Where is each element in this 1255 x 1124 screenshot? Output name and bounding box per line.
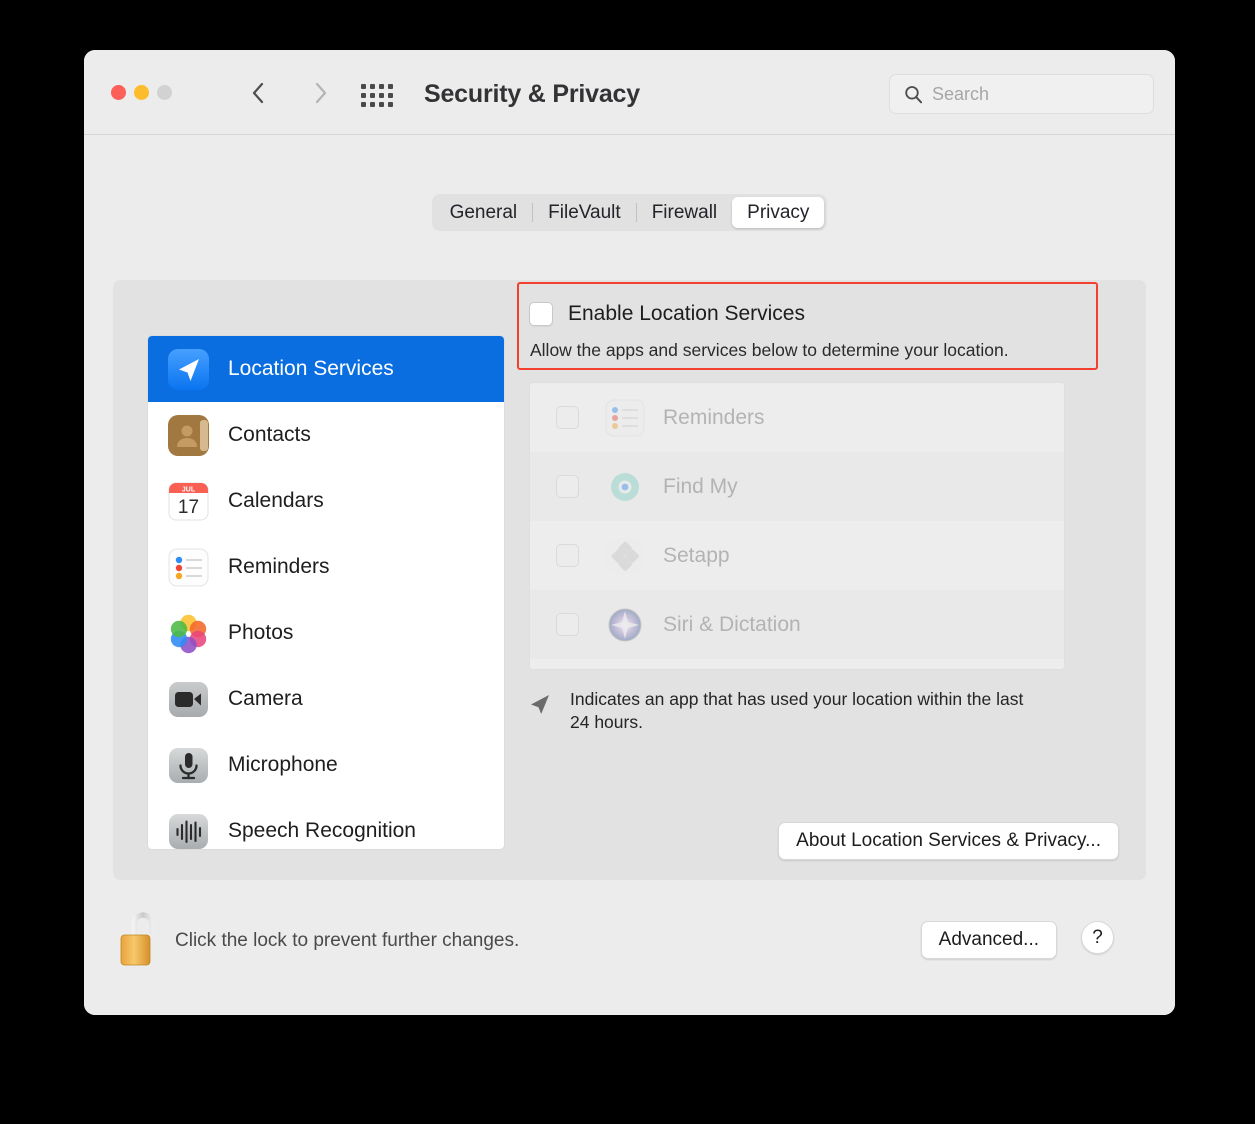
app-name-label: Reminders	[663, 405, 765, 429]
sidebar-item-contacts[interactable]: Contacts	[148, 402, 504, 468]
location-arrow-icon	[167, 348, 210, 391]
close-window-button[interactable]	[111, 85, 126, 100]
sidebar-item-label: Calendars	[228, 489, 324, 512]
app-name-label: Find My	[663, 474, 738, 498]
photos-icon	[167, 612, 210, 655]
tab-filevault[interactable]: FileVault	[533, 197, 636, 228]
sidebar-item-speech-recognition[interactable]: Speech Recognition	[148, 798, 504, 850]
sidebar-item-label: Location Services	[228, 357, 394, 380]
location-app-list[interactable]: Reminders Find My Setapp Siri & Dictatio…	[529, 382, 1065, 670]
sidebar-item-camera[interactable]: Camera	[148, 666, 504, 732]
sidebar-item-microphone[interactable]: Microphone	[148, 732, 504, 798]
location-usage-note: Indicates an app that has used your loca…	[529, 688, 1039, 734]
sidebar-item-label: Contacts	[228, 423, 311, 446]
tab-privacy[interactable]: Privacy	[732, 197, 825, 228]
help-button[interactable]: ?	[1081, 921, 1114, 954]
microphone-icon	[167, 744, 210, 787]
sidebar-item-location-services[interactable]: Location Services	[148, 336, 504, 402]
privacy-panel: Location Services Contacts JUL 17 Calend…	[113, 280, 1146, 880]
page-title: Security & Privacy	[424, 80, 640, 108]
calendar-day-label: 17	[178, 497, 199, 518]
show-all-grid-icon[interactable]	[361, 84, 393, 107]
location-usage-note-text: Indicates an app that has used your loca…	[570, 689, 1024, 732]
setapp-icon	[604, 535, 646, 577]
back-button[interactable]	[244, 79, 272, 107]
enable-location-services-checkbox[interactable]	[529, 302, 553, 326]
list-item[interactable]: Setapp	[530, 521, 1064, 590]
reminders-icon	[167, 546, 210, 589]
advanced-button[interactable]: Advanced...	[920, 921, 1057, 959]
waveform-icon	[167, 810, 210, 850]
unlocked-padlock-icon[interactable]	[118, 910, 164, 968]
location-arrow-indicator-icon	[531, 695, 549, 714]
window-titlebar: Security & Privacy	[84, 50, 1175, 135]
enable-location-services-description: Allow the apps and services below to det…	[530, 340, 1009, 360]
sidebar-item-label: Camera	[228, 687, 303, 710]
system-preferences-window: Security & Privacy General FileVault Fir…	[84, 50, 1175, 1015]
list-item[interactable]: Siri & Dictation	[530, 590, 1064, 659]
tab-bar: General FileVault Firewall Privacy	[84, 194, 1175, 231]
camera-icon	[167, 678, 210, 721]
sidebar-item-label: Photos	[228, 621, 294, 644]
sidebar-item-label: Reminders	[228, 555, 330, 578]
minimize-window-button[interactable]	[134, 85, 149, 100]
calendar-icon: JUL 17	[167, 480, 210, 523]
tab-firewall[interactable]: Firewall	[637, 197, 732, 228]
app-name-label: Setapp	[663, 543, 730, 567]
window-footer: Click the lock to prevent further change…	[84, 890, 1175, 1015]
search-field[interactable]	[889, 74, 1154, 114]
sidebar-item-reminders[interactable]: Reminders	[148, 534, 504, 600]
list-item[interactable]: Reminders	[530, 383, 1064, 452]
contacts-icon	[167, 414, 210, 457]
enable-location-services-row[interactable]: Enable Location Services	[529, 302, 805, 326]
app-checkbox[interactable]	[556, 406, 579, 429]
app-checkbox[interactable]	[556, 613, 579, 636]
sidebar-item-label: Microphone	[228, 753, 338, 776]
tab-general[interactable]: General	[435, 197, 533, 228]
app-name-label: Siri & Dictation	[663, 612, 801, 636]
zoom-window-button[interactable]	[157, 85, 172, 100]
about-location-services-privacy-button[interactable]: About Location Services & Privacy...	[778, 822, 1119, 860]
reminders-icon	[604, 397, 646, 439]
sidebar-item-label: Speech Recognition	[228, 819, 416, 842]
calendar-month-label: JUL	[182, 486, 196, 493]
lock-status-text: Click the lock to prevent further change…	[175, 930, 520, 951]
list-item[interactable]: Find My	[530, 452, 1064, 521]
sidebar-item-photos[interactable]: Photos	[148, 600, 504, 666]
list-item-partial[interactable]	[530, 659, 1064, 669]
siri-icon	[604, 604, 646, 646]
search-input[interactable]	[932, 83, 1122, 105]
enable-location-services-label: Enable Location Services	[568, 302, 805, 325]
forward-button[interactable]	[306, 79, 334, 107]
sidebar-item-calendars[interactable]: JUL 17 Calendars	[148, 468, 504, 534]
app-checkbox[interactable]	[556, 475, 579, 498]
chevron-left-icon	[252, 82, 263, 104]
privacy-category-list[interactable]: Location Services Contacts JUL 17 Calend…	[147, 335, 505, 850]
app-checkbox[interactable]	[556, 544, 579, 567]
location-services-pane: Enable Location Services Allow the apps …	[517, 280, 1146, 880]
chevron-right-icon	[315, 82, 326, 104]
search-icon	[905, 85, 923, 103]
preferences-body: General FileVault Firewall Privacy Locat…	[84, 135, 1175, 1015]
findmy-icon	[604, 466, 646, 508]
traffic-light-buttons	[111, 85, 172, 100]
